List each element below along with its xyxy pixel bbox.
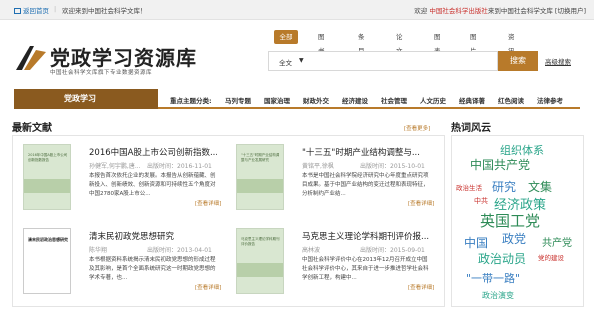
home-icon — [14, 8, 21, 14]
logo-icon — [16, 46, 46, 70]
chevron-down-icon[interactable]: ▼ — [299, 57, 304, 64]
item-title[interactable]: 2016中国A股上市公司创新指数... — [89, 146, 217, 158]
item-summary: 中国社会科学评价中心在2013年12月召开成立中国社会科学评价中心，其来自于进一… — [302, 257, 429, 281]
item-author: 高林波 — [302, 247, 321, 254]
list-item[interactable]: 马克思主义理论学科期刊评价报告 马克思主义理论学科期刊评价报... 高林波 出版… — [230, 224, 435, 306]
book-cover[interactable]: "十三五"时期产业结构调整与产业发展研究 — [236, 144, 284, 210]
tag-link[interactable]: "一带一路" — [466, 270, 520, 286]
cover-band — [237, 263, 283, 277]
tag-link[interactable]: 中共 — [474, 196, 488, 206]
nav-item-governance[interactable]: 国家治理 — [264, 95, 290, 105]
tag-link[interactable]: 政党 — [502, 230, 526, 247]
list-item[interactable]: 清末民初政治思想研究 清末民初政党思想研究 陈华翔 出版时间：2013-04-0… — [17, 224, 222, 306]
divider: | — [54, 5, 57, 13]
nav-item-social-management[interactable]: 社会管理 — [381, 95, 407, 105]
tag-cloud: 组织体系 中国共产党 政治生活 研究 文集 中共 经济政策 英国工党 中国 政党… — [451, 135, 584, 307]
item-author: 黄铭平,徐枫 — [302, 163, 334, 170]
nav-item-marxism[interactable]: 马列专题 — [225, 95, 251, 105]
item-summary: 本报告首次依托企业的发展。本报告从创新蕴藏、创新投入、创新绩效、创新资源和可持续… — [89, 173, 216, 197]
item-title[interactable]: 清末民初政党思想研究 — [89, 230, 217, 242]
item-detail-link[interactable]: [查看详细] — [195, 283, 221, 291]
list-item[interactable]: "十三五"时期产业结构调整与产业发展研究 "十三五"时期产业结构调整与... 黄… — [230, 140, 435, 222]
tag-link[interactable]: 研究 — [492, 178, 516, 195]
item-author: 孙健军,何宇鹏,唐... — [89, 163, 141, 170]
advanced-search-link[interactable]: 高级搜索 — [545, 56, 571, 66]
nav-category-label: 重点主题分类: — [170, 97, 212, 105]
nav-item-red-reading[interactable]: 红色阅读 — [498, 95, 524, 105]
tag-link[interactable]: 政治动员 — [478, 250, 526, 267]
book-cover[interactable]: 马克思主义理论学科期刊评价报告 — [236, 228, 284, 294]
tab-entries[interactable]: 条目 — [358, 30, 365, 55]
user-org-name: 中国社会科学出版社 — [429, 7, 488, 15]
item-title[interactable]: "十三五"时期产业结构调整与... — [302, 146, 430, 158]
welcome-text: 欢迎来到中国社会科学文库！ — [62, 7, 147, 15]
item-date: 出版时间：2013-04-01 — [147, 247, 212, 254]
cover-title: 马克思主义理论学科期刊评价报告 — [241, 237, 280, 246]
search-field-select[interactable]: 全文 — [279, 57, 292, 67]
list-item[interactable]: 2016年中国A股上市公司创新指数报告 2016中国A股上市公司创新指数... … — [17, 140, 222, 222]
search-input[interactable] — [309, 54, 493, 69]
tab-images[interactable]: 图片 — [470, 30, 477, 55]
tab-news[interactable]: 资讯 — [508, 30, 515, 55]
tag-link[interactable]: 中国 — [464, 234, 488, 251]
tag-link[interactable]: 文集 — [528, 178, 552, 195]
switch-user-link[interactable]: [切换用户] — [555, 7, 586, 15]
latest-list: 2016年中国A股上市公司创新指数报告 2016中国A股上市公司创新指数... … — [12, 135, 445, 307]
logo-subtitle: 中国社会科学文库旗下专业数据资源库 — [50, 70, 153, 76]
cover-title: 2016年中国A股上市公司创新指数报告 — [28, 153, 68, 162]
user-greeting: 欢迎 中国社会科学出版社来到中国社会科学文库 [切换用户] — [414, 5, 586, 15]
greeting-prefix: 欢迎 — [414, 7, 428, 15]
tag-link[interactable]: 政治演变 — [482, 290, 514, 301]
item-author: 陈华翔 — [89, 247, 108, 254]
item-date: 出版时间：2015-09-01 — [360, 247, 425, 254]
item-title[interactable]: 马克思主义理论学科期刊评价报... — [302, 230, 430, 242]
logo-title: 党政学习资源库 — [50, 46, 197, 70]
tag-link[interactable]: 中国共产党 — [470, 156, 530, 173]
tag-link[interactable]: 英国工党 — [480, 210, 540, 231]
hotwords-section-title: 热词风云 — [451, 123, 491, 134]
item-detail-link[interactable]: [查看详细] — [408, 283, 434, 291]
tab-papers[interactable]: 论文 — [396, 30, 403, 55]
nav-item-finance-diplomacy[interactable]: 财政外交 — [303, 95, 329, 105]
book-cover[interactable]: 2016年中国A股上市公司创新指数报告 — [23, 144, 71, 210]
home-link[interactable]: 返回首页 — [14, 5, 49, 15]
latest-more-link[interactable]: [查看更多] — [404, 124, 430, 132]
item-summary: 本书根据资料系统揭示清末民初政党思想的形成过程及其影响，是首个全面系统研究这一时… — [89, 257, 216, 281]
search-button[interactable]: 搜索 — [498, 51, 538, 71]
item-date: 出版时间：2015-10-01 — [360, 163, 425, 170]
item-date: 出版时间：2016-11-01 — [147, 163, 212, 170]
cover-title: "十三五"时期产业结构调整与产业发展研究 — [241, 153, 280, 162]
tag-link[interactable]: 共产党 — [542, 234, 572, 249]
site-logo[interactable]: 党政学习资源库 中国社会科学文库旗下专业数据资源库 — [14, 40, 224, 84]
cover-title: 清末民初政治思想研究 — [28, 237, 68, 242]
cover-band — [24, 179, 70, 193]
latest-section-title: 最新文献 — [12, 123, 52, 134]
top-bar: 返回首页 | 欢迎来到中国社会科学文库！ 欢迎 中国社会科学出版社来到中国社会科… — [0, 0, 594, 20]
item-detail-link[interactable]: [查看详细] — [408, 199, 434, 207]
tab-charts[interactable]: 图表 — [434, 30, 441, 55]
nav-item-law[interactable]: 法律参考 — [537, 95, 563, 105]
item-detail-link[interactable]: [查看详细] — [195, 199, 221, 207]
search-bar: 全文 ▼ — [268, 51, 498, 71]
nav-item-humanities[interactable]: 人文历史 — [420, 95, 446, 105]
nav-brand[interactable]: 党政学习 — [14, 89, 158, 109]
tab-books[interactable]: 图书 — [318, 30, 325, 55]
cover-band — [237, 179, 283, 193]
tab-all[interactable]: 全部 — [274, 30, 298, 44]
main-nav: 党政学习 重点主题分类: 马列专题 国家治理 财政外交 经济建设 社会管理 人文… — [14, 89, 580, 109]
nav-item-classics[interactable]: 经典译著 — [459, 95, 485, 105]
home-link-label: 返回首页 — [23, 7, 49, 15]
greeting-suffix: 来到中国社会科学文库 — [487, 7, 553, 15]
tag-link[interactable]: 党的建设 — [538, 252, 564, 262]
nav-item-economy[interactable]: 经济建设 — [342, 95, 368, 105]
tag-link[interactable]: 政治生活 — [456, 182, 482, 192]
item-summary: 本书是中国社会科学院经济研究中心年度重点研究项目成果。基于中国产业结构的变迁过程… — [302, 173, 429, 197]
book-cover[interactable]: 清末民初政治思想研究 — [23, 228, 71, 294]
